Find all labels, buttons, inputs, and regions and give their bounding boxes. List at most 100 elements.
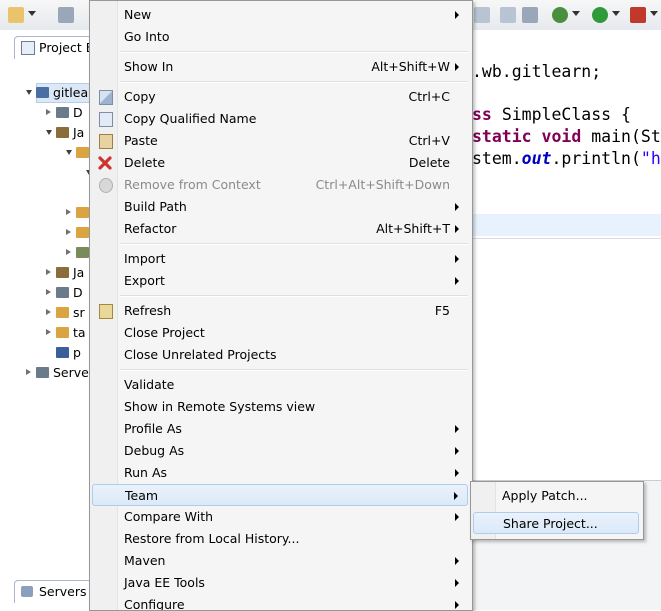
- tree-item-label: D: [73, 105, 83, 120]
- submenu-arrow-icon: [455, 277, 459, 285]
- menu-item-compare-with[interactable]: Compare With: [92, 506, 468, 528]
- menu-item-label: Team: [125, 488, 159, 503]
- collapsed-twistie-icon[interactable]: [46, 329, 51, 335]
- menu-item-profile-as[interactable]: Profile As: [92, 418, 468, 440]
- menu-item-configure[interactable]: Configure: [92, 594, 468, 610]
- menu-item-refactor[interactable]: Refactor Alt+Shift+T: [92, 218, 468, 240]
- toolbar-icon-5[interactable]: [522, 7, 538, 23]
- menu-item-new[interactable]: New: [92, 4, 468, 26]
- menu-item-debug-as[interactable]: Debug As: [92, 440, 468, 462]
- menu-item-label: Java EE Tools: [124, 575, 205, 590]
- run-icon[interactable]: [592, 7, 608, 23]
- menu-item-label: Refresh: [124, 303, 172, 318]
- submenu-item-label: Share Project...: [503, 516, 598, 531]
- menu-item-delete[interactable]: Delete Delete: [92, 152, 468, 174]
- code-line: .wb.gitlearn;: [472, 62, 601, 81]
- menu-item-label: Debug As: [124, 443, 185, 458]
- collapsed-twistie-icon[interactable]: [46, 109, 51, 115]
- menu-item-label: Show In: [124, 59, 174, 74]
- menu-item-copy-qualified-name[interactable]: Copy Qualified Name: [92, 108, 468, 130]
- menu-item-java-ee-tools[interactable]: Java EE Tools: [92, 572, 468, 594]
- tab-servers[interactable]: Servers: [14, 580, 92, 603]
- save-icon[interactable]: [58, 7, 74, 23]
- menu-item-close-unrelated-projects[interactable]: Close Unrelated Projects: [92, 344, 468, 366]
- menu-item-shortcut: Alt+Shift+T: [376, 221, 450, 236]
- editor-divider: [472, 238, 661, 239]
- tab-servers-label: Servers: [39, 584, 87, 599]
- collapsed-twistie-icon[interactable]: [26, 369, 31, 375]
- menu-item-shortcut: Alt+Shift+W: [371, 59, 450, 74]
- submenu-item-share-project[interactable]: Share Project...: [473, 512, 639, 534]
- collapsed-twistie-icon[interactable]: [66, 209, 71, 215]
- menu-item-run-as[interactable]: Run As: [92, 462, 468, 484]
- menu-item-paste[interactable]: Paste Ctrl+V: [92, 130, 468, 152]
- menu-item-export[interactable]: Export: [92, 270, 468, 292]
- maven-pom-icon: [56, 347, 69, 358]
- menu-item-shortcut: Ctrl+V: [408, 133, 450, 148]
- dropdown-arrow-icon[interactable]: [28, 11, 36, 16]
- debug-icon[interactable]: [552, 7, 568, 23]
- submenu-item-apply-patch[interactable]: Apply Patch...: [473, 485, 639, 507]
- expanded-twistie-icon[interactable]: [46, 130, 52, 135]
- menu-item-show-in-remote-systems-view[interactable]: Show in Remote Systems view: [92, 396, 468, 418]
- submenu-arrow-icon: [455, 513, 459, 521]
- submenu-arrow-icon: [455, 203, 459, 211]
- code-token: out: [521, 149, 552, 168]
- java-resources-icon: [56, 127, 69, 138]
- menu-item-validate[interactable]: Validate: [92, 374, 468, 396]
- submenu-arrow-icon: [455, 255, 459, 263]
- menu-item-restore-from-local-history[interactable]: Restore from Local History...: [92, 528, 468, 550]
- menu-item-label: Compare With: [124, 509, 214, 524]
- submenu-arrow-icon: [455, 63, 459, 71]
- menu-item-shortcut: Delete: [408, 155, 450, 170]
- collapsed-twistie-icon[interactable]: [66, 229, 71, 235]
- menu-item-close-project[interactable]: Close Project: [92, 322, 468, 344]
- deployment-descriptor-icon: [56, 107, 69, 118]
- collapsed-twistie-icon[interactable]: [46, 289, 51, 295]
- expanded-twistie-icon[interactable]: [26, 90, 32, 95]
- menu-item-label: Build Path: [124, 199, 187, 214]
- jar-icon: [56, 267, 69, 278]
- submenu-arrow-icon: [455, 425, 459, 433]
- menu-item-label: Refactor: [124, 221, 177, 236]
- collapsed-twistie-icon[interactable]: [66, 249, 71, 255]
- servers-icon: [21, 586, 33, 597]
- menu-item-go-into[interactable]: Go Into: [92, 26, 468, 48]
- source-folder-icon: [76, 207, 89, 218]
- folder-icon: [56, 307, 69, 318]
- remove-context-icon: [99, 178, 113, 193]
- expanded-twistie-icon[interactable]: [66, 150, 72, 155]
- menu-item-show-in[interactable]: Show In Alt+Shift+W: [92, 56, 468, 78]
- menu-item-label: Delete: [124, 155, 166, 170]
- submenu-arrow-icon: [455, 469, 459, 477]
- submenu-arrow-icon: [454, 492, 458, 500]
- code-token: .println(: [551, 149, 641, 168]
- dropdown-arrow-icon[interactable]: [612, 11, 620, 16]
- dropdown-arrow-icon[interactable]: [650, 11, 658, 16]
- menu-item-build-path[interactable]: Build Path: [92, 196, 468, 218]
- menu-item-label: Close Project: [124, 325, 205, 340]
- submenu-arrow-icon: [455, 601, 459, 609]
- java-project-icon: [36, 87, 49, 98]
- new-icon[interactable]: [8, 7, 24, 23]
- menu-item-remove-from-context[interactable]: Remove from Context Ctrl+Alt+Shift+Down: [92, 174, 468, 196]
- submenu-arrow-icon: [455, 225, 459, 233]
- libraries-icon: [76, 247, 89, 258]
- code-token: main(St: [591, 127, 661, 146]
- menu-item-maven[interactable]: Maven: [92, 550, 468, 572]
- collapsed-twistie-icon[interactable]: [46, 309, 51, 315]
- menu-item-team[interactable]: Team: [92, 484, 468, 506]
- external-tools-icon[interactable]: [630, 7, 646, 23]
- submenu-arrow-icon: [455, 11, 459, 19]
- menu-item-copy[interactable]: Copy Ctrl+C: [92, 86, 468, 108]
- toolbar-icon-4[interactable]: [500, 7, 516, 23]
- collapsed-twistie-icon[interactable]: [46, 269, 51, 275]
- dropdown-arrow-icon[interactable]: [572, 11, 580, 16]
- tree-item-label: gitlea: [53, 85, 89, 100]
- tab-project-explorer[interactable]: Project E: [14, 36, 94, 59]
- menu-item-refresh[interactable]: Refresh F5: [92, 300, 468, 322]
- menu-item-import[interactable]: Import: [92, 248, 468, 270]
- menu-item-label: Copy Qualified Name: [124, 111, 257, 126]
- toolbar-icon-3[interactable]: [474, 7, 490, 23]
- submenu-arrow-icon: [455, 579, 459, 587]
